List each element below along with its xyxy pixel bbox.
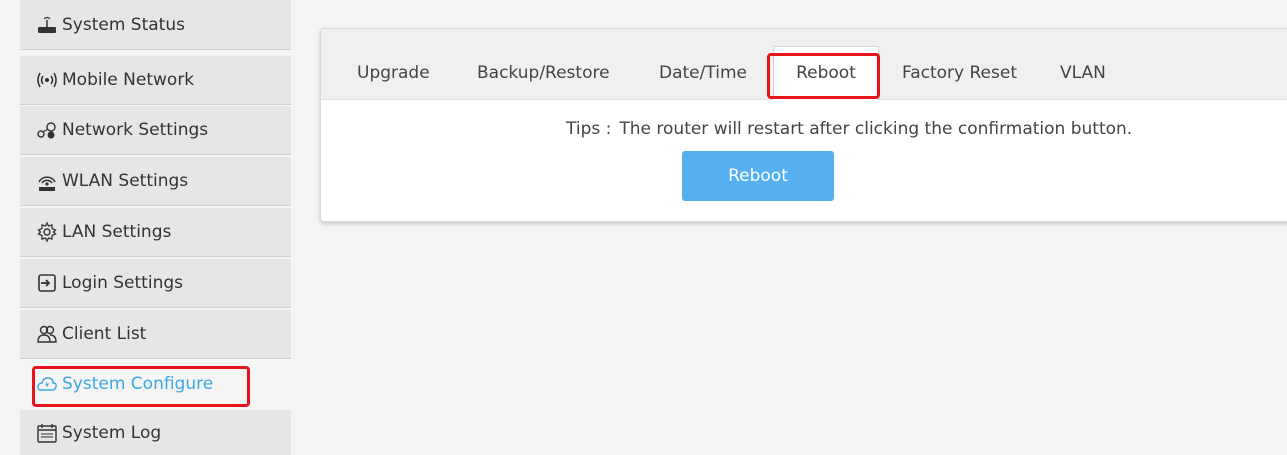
sidebar-item-label: Mobile Network (62, 70, 195, 90)
tab-vlan[interactable]: VLAN (1060, 63, 1106, 83)
sidebar-item-label: LAN Settings (62, 222, 172, 242)
gear-icon (36, 221, 58, 243)
sidebar-item-label: System Configure (62, 374, 214, 394)
sidebar-item-lan-settings[interactable]: LAN Settings (20, 208, 291, 257)
login-icon (36, 272, 58, 294)
cloud-icon (36, 373, 58, 395)
wifi-icon (36, 170, 58, 192)
sidebar-item-label: System Log (62, 422, 162, 443)
tab-backup-restore[interactable]: Backup/Restore (477, 63, 610, 83)
sidebar-item-system-log[interactable]: System Log (20, 410, 291, 455)
tab-date-time[interactable]: Date/Time (659, 63, 747, 83)
sidebar-item-label: Login Settings (62, 273, 183, 293)
users-icon (36, 323, 58, 345)
tab-upgrade[interactable]: Upgrade (357, 63, 430, 83)
tab-bar: Upgrade Backup/Restore Date/Time Reboot … (321, 29, 1287, 100)
tips-message: Tips : The router will restart after clic… (566, 119, 1132, 139)
sidebar-item-label: System Status (62, 14, 185, 35)
sidebar-item-label: Client List (62, 324, 147, 344)
sidebar-item-label: Network Settings (62, 120, 209, 140)
tab-reboot[interactable]: Reboot (773, 46, 879, 100)
sidebar-item-client-list[interactable]: Client List (20, 310, 291, 359)
sidebar-item-network-settings[interactable]: Network Settings (20, 106, 291, 155)
calendar-icon (36, 422, 58, 444)
network-icon (36, 119, 58, 141)
sidebar-item-wlan-settings[interactable]: WLAN Settings (20, 157, 291, 206)
sidebar-item-label: WLAN Settings (62, 171, 189, 191)
tips-label: Tips : (566, 119, 612, 139)
sidebar-item-system-configure[interactable]: System Configure (20, 359, 291, 409)
tab-factory-reset[interactable]: Factory Reset (902, 63, 1017, 83)
tips-text: The router will restart after clicking t… (619, 119, 1133, 139)
sidebar-item-system-status[interactable]: System Status (20, 0, 291, 50)
sidebar-item-mobile-network[interactable]: Mobile Network (20, 56, 291, 105)
sidebar: System Status Mobile Network Network Set… (20, 0, 291, 455)
signal-icon (36, 69, 58, 91)
sidebar-item-login-settings[interactable]: Login Settings (20, 259, 291, 308)
reboot-button[interactable]: Reboot (682, 151, 834, 201)
system-configure-panel: Upgrade Backup/Restore Date/Time Reboot … (320, 28, 1287, 222)
router-icon (36, 14, 58, 36)
